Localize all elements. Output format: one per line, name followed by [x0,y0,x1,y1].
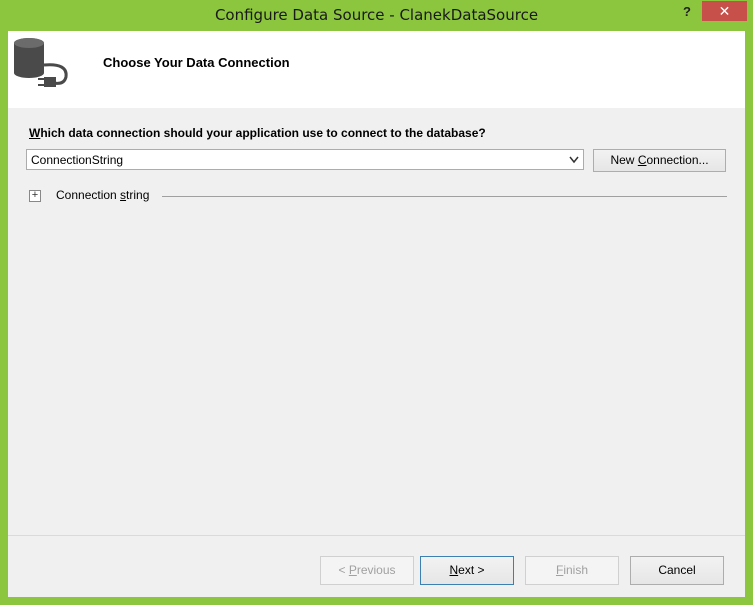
accelerator-key: W [29,126,41,140]
close-icon: ✕ [718,3,731,19]
dialog-client: Choose Your Data Connection Which data c… [8,31,745,597]
accelerator-key: N [449,563,459,577]
page-title: Choose Your Data Connection [103,55,290,70]
finish-button[interactable]: Finish [525,556,619,585]
button-text: onnection... [646,153,709,167]
database-plug-icon [14,38,68,87]
connection-select[interactable]: ConnectionString [26,149,584,170]
connection-select-value: ConnectionString [31,153,124,167]
button-text: inish [563,563,589,577]
question-text: hich data connection should your applica… [40,126,486,140]
next-button[interactable]: Next > [420,556,514,585]
close-button[interactable]: ✕ [702,1,747,21]
help-button[interactable]: ? [672,2,702,24]
accelerator-key: P [348,563,357,577]
previous-button[interactable]: < Previous [320,556,414,585]
new-connection-button[interactable]: New Connection... [593,149,726,172]
button-text: ext > [458,563,485,577]
chevron-down-icon [569,156,579,164]
label-text: Connection [56,188,121,202]
window-title: Configure Data Source - ClanekDataSource [214,6,539,24]
button-text: < [338,563,349,577]
divider [162,196,727,197]
title-bar[interactable]: Configure Data Source - ClanekDataSource… [0,0,753,31]
footer-divider [8,535,745,536]
cancel-button[interactable]: Cancel [630,556,724,585]
connection-string-label: Connection string [56,188,149,202]
connection-string-expander[interactable]: + [29,190,41,202]
connection-question-label: Which data connection should your applic… [29,126,486,140]
button-text: revious [356,563,396,577]
wizard-header: Choose Your Data Connection [8,31,745,108]
label-text: tring [126,188,150,202]
button-text: New [610,153,638,167]
dialog-window: Configure Data Source - ClanekDataSource… [0,0,753,605]
